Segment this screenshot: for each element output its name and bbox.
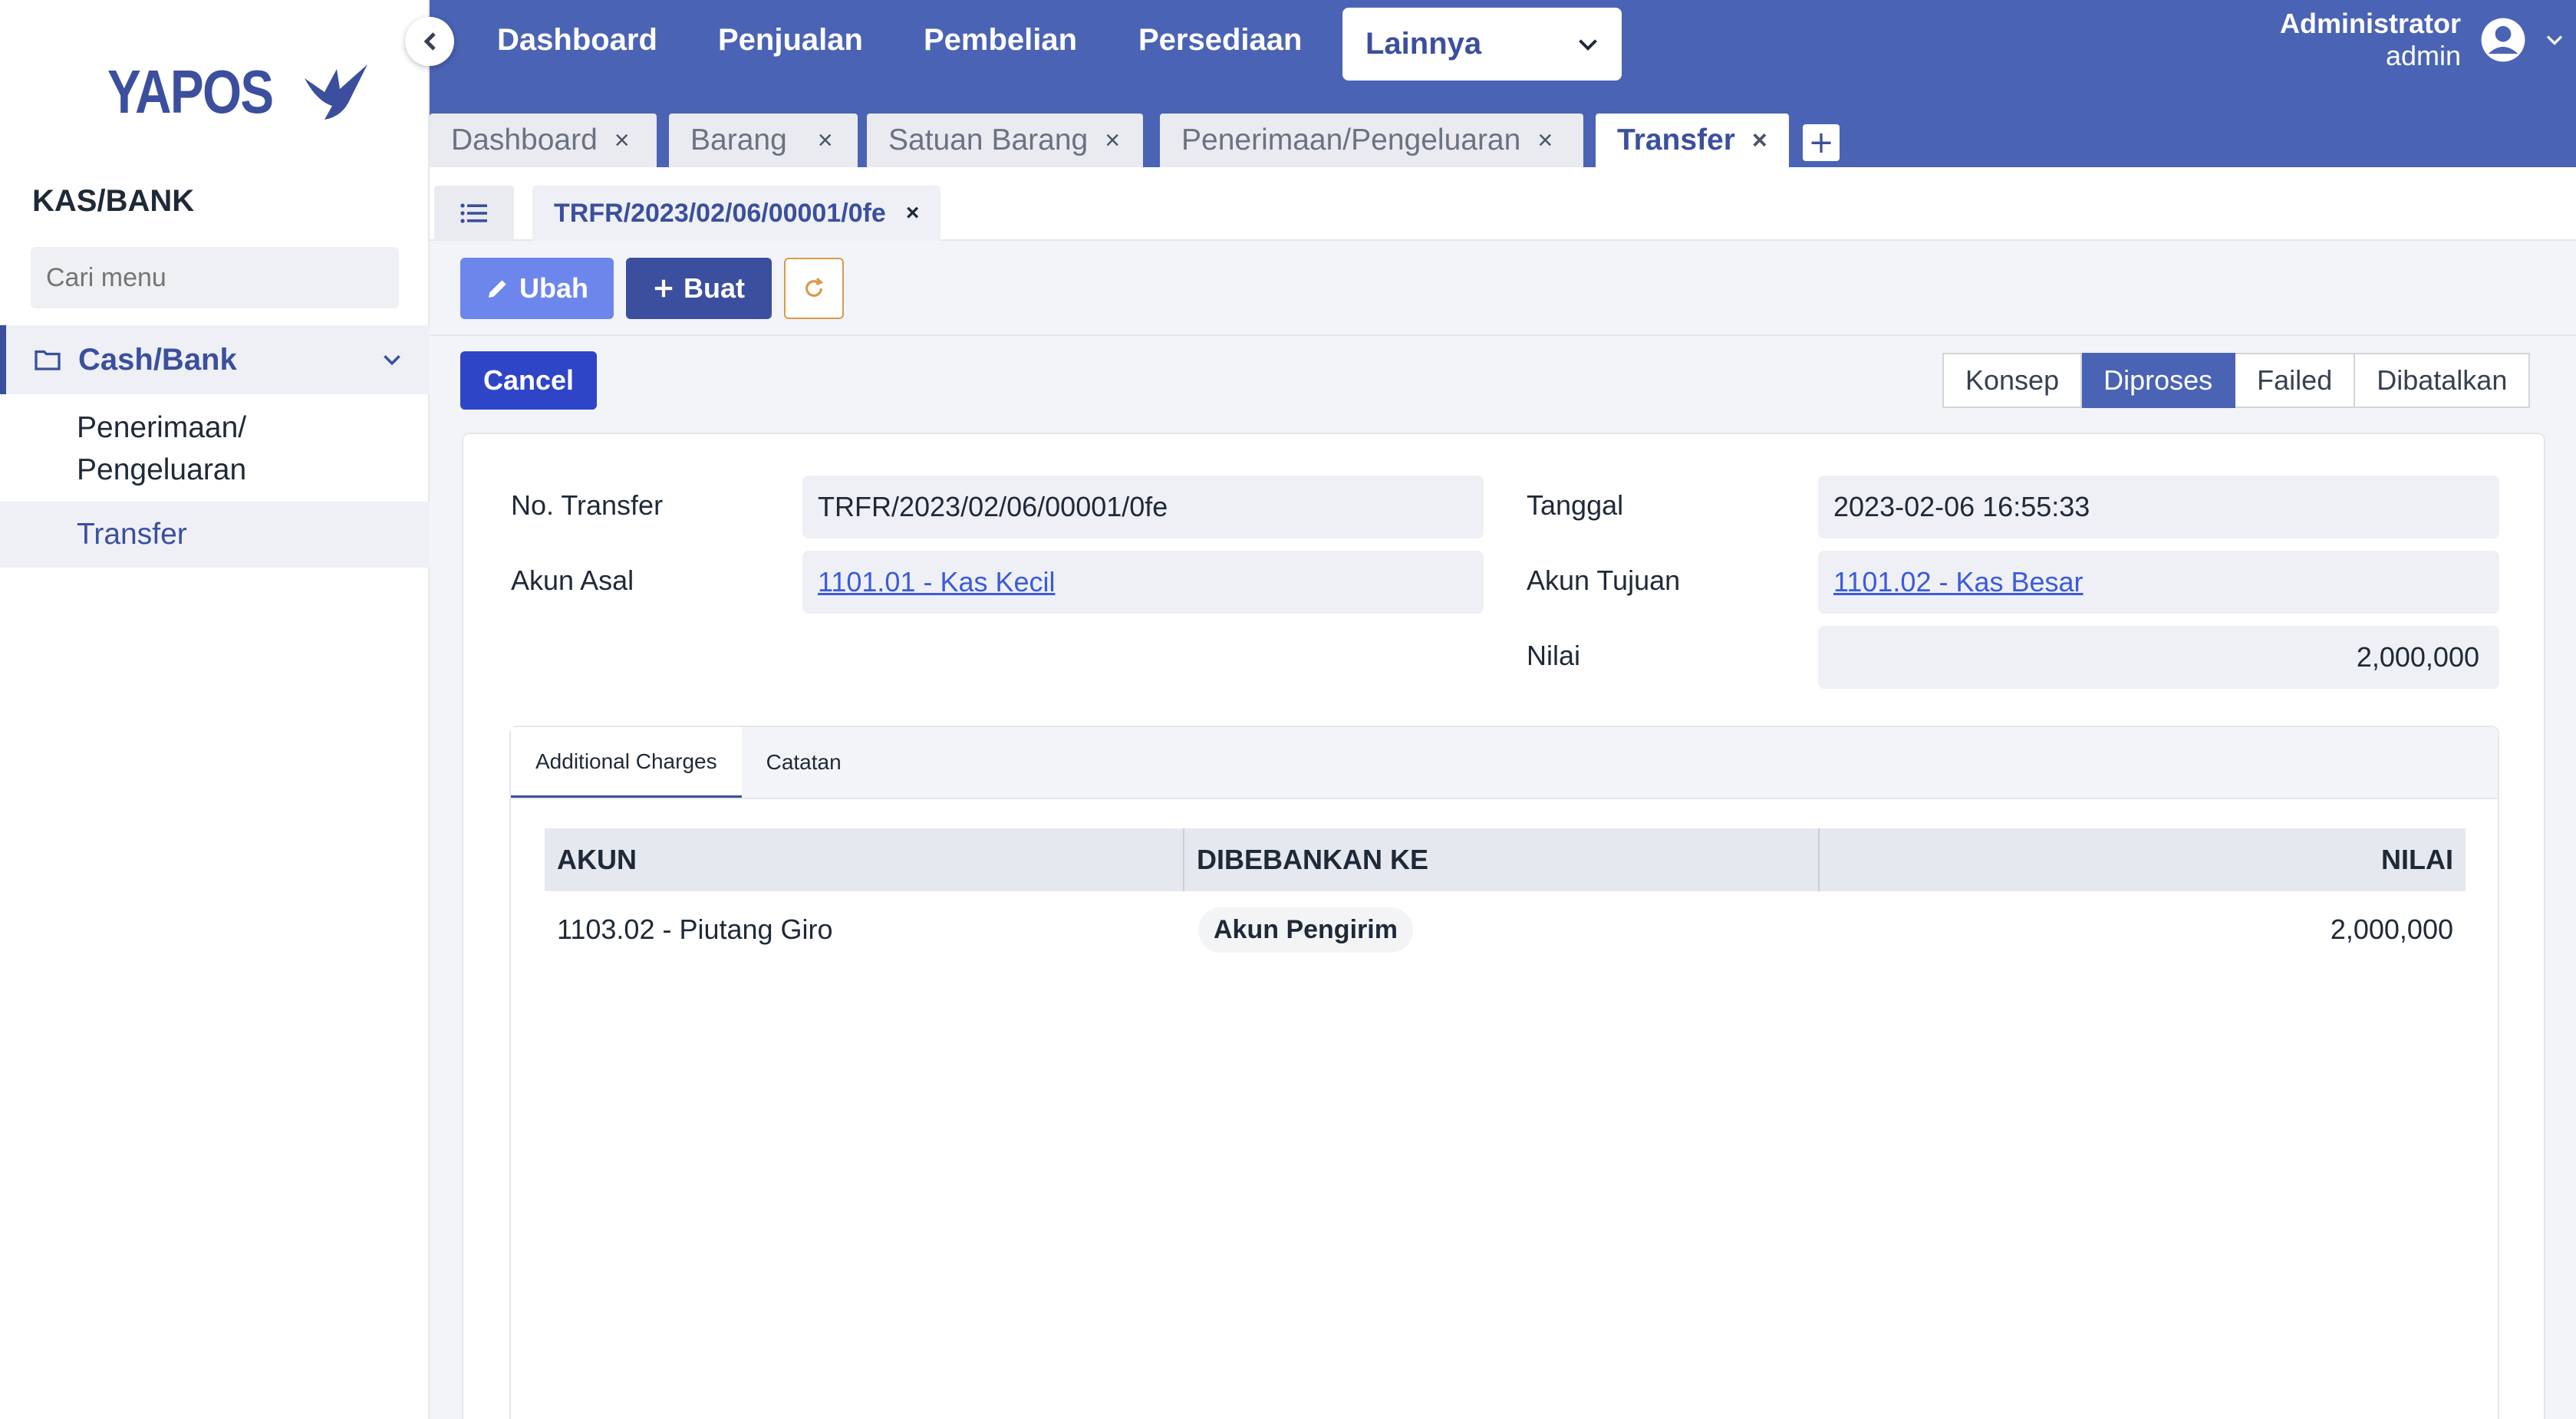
tab-dashboard[interactable]: Dashboard × xyxy=(430,114,657,167)
record-tab[interactable]: TRFR/2023/02/06/00001/0fe × xyxy=(532,186,941,241)
column-header-dibebankan: DIBEBANKAN KE xyxy=(1184,828,1820,891)
section-title: KAS/BANK xyxy=(32,184,195,218)
close-icon[interactable]: × xyxy=(906,200,920,226)
nav-pembelian[interactable]: Pembelian xyxy=(924,23,1077,58)
akun-tujuan-field[interactable]: 1101.02 - Kas Besar xyxy=(1818,551,2499,614)
cell-akun: 1103.02 - Piutang Giro xyxy=(557,914,833,945)
sidebar-item-label-line2: Pengeluaran xyxy=(77,453,247,486)
close-icon[interactable]: × xyxy=(1537,126,1553,156)
transfer-form-card: No. Transfer TRFR/2023/02/06/00001/0fe T… xyxy=(462,433,2545,1419)
close-icon[interactable]: × xyxy=(614,126,630,156)
tab-barang[interactable]: Barang × xyxy=(669,114,858,167)
charges-table: AKUN DIBEBANKAN KE NILAI 1103.02 - Piuta… xyxy=(545,828,2466,968)
sidebar-item-penerimaan-pengeluaran[interactable]: Penerimaan/ Pengeluaran xyxy=(0,405,430,491)
sidebar-item-transfer[interactable]: Transfer xyxy=(0,502,430,568)
nav-persediaan[interactable]: Persediaan xyxy=(1138,23,1302,58)
status-stepper: Konsep Diproses Failed Dibatalkan xyxy=(1942,353,2531,408)
logo-text: YAPOS xyxy=(107,58,274,126)
close-icon[interactable]: × xyxy=(818,126,833,156)
plus-icon xyxy=(654,279,673,298)
refresh-button[interactable] xyxy=(784,258,844,319)
tab-transfer[interactable]: Transfer × xyxy=(1596,114,1789,167)
tab-label: Dashboard xyxy=(451,123,598,156)
no-transfer-field[interactable]: TRFR/2023/02/06/00001/0fe xyxy=(802,476,1484,538)
cell-nilai: 2,000,000 xyxy=(2330,914,2453,945)
sidebar-group-cash-bank[interactable]: Cash/Bank xyxy=(0,325,430,394)
nilai-label: Nilai xyxy=(1527,640,1581,671)
akun-asal-label: Akun Asal xyxy=(511,565,634,596)
sidebar-group-label: Cash/Bank xyxy=(78,342,237,377)
refresh-icon xyxy=(805,278,824,297)
column-header-akun: AKUN xyxy=(545,828,1184,891)
list-icon xyxy=(460,203,487,223)
tab-label: Barang xyxy=(690,123,787,156)
close-icon[interactable]: × xyxy=(1752,126,1767,156)
nilai-field[interactable]: 2,000,000 xyxy=(1818,626,2499,689)
nav-lainnya-dropdown[interactable]: Lainnya xyxy=(1342,8,1622,81)
tanggal-label: Tanggal xyxy=(1527,489,1624,521)
tab-satuan-barang[interactable]: Satuan Barang × xyxy=(867,114,1143,167)
record-tab-label: TRFR/2023/02/06/00001/0fe xyxy=(554,198,886,228)
top-navbar: Dashboard Penjualan Pembelian Persediaan… xyxy=(430,0,2576,94)
sidebar-collapse-button[interactable] xyxy=(405,17,454,66)
table-row[interactable]: 1103.02 - Piutang Giro Akun Pengirim 2,0… xyxy=(545,891,2466,968)
akun-tujuan-link[interactable]: 1101.02 - Kas Besar xyxy=(1833,566,2084,598)
status-failed[interactable]: Failed xyxy=(2235,353,2356,408)
nav-dashboard[interactable]: Dashboard xyxy=(497,23,657,58)
list-view-button[interactable] xyxy=(434,186,514,241)
tab-label: Satuan Barang xyxy=(888,123,1089,156)
logo[interactable]: YAPOS xyxy=(107,57,371,127)
status-dibatalkan[interactable]: Dibatalkan xyxy=(2355,353,2531,408)
chevron-left-icon xyxy=(423,32,436,51)
tab-penerimaan-pengeluaran[interactable]: Penerimaan/Pengeluaran × xyxy=(1160,114,1583,167)
tab-bar: Dashboard × Barang × Satuan Barang × Peneri… xyxy=(430,94,2576,167)
akun-tujuan-label: Akun Tujuan xyxy=(1527,565,1681,596)
nav-lainnya-label: Lainnya xyxy=(1365,27,1482,61)
status-konsep[interactable]: Konsep xyxy=(1942,353,2083,408)
sidebar-item-label-line1: Penerimaan/ xyxy=(77,411,247,444)
column-header-nilai: NILAI xyxy=(2381,844,2453,875)
user-name: Administrator xyxy=(2279,8,2461,39)
edit-button-label: Ubah xyxy=(519,272,588,304)
status-diproses[interactable]: Diproses xyxy=(2082,353,2236,408)
menu-search-input[interactable] xyxy=(46,262,386,293)
pencil-icon xyxy=(489,280,506,298)
folder-icon xyxy=(35,350,61,370)
no-transfer-label: No. Transfer xyxy=(511,489,664,521)
menu-search[interactable] xyxy=(31,247,399,308)
user-menu[interactable]: Administrator admin xyxy=(2280,8,2564,72)
chevron-down-icon xyxy=(1579,38,1597,51)
sidebar: YAPOS KAS/BANK Cash/Bank Penerimaan/ Pen… xyxy=(0,0,430,1419)
record-tab-row: TRFR/2023/02/06/00001/0fe × xyxy=(430,167,2576,241)
sidebar-item-label: Transfer xyxy=(77,518,187,551)
user-role: admin xyxy=(2385,40,2461,71)
tab-label: Penerimaan/Pengeluaran xyxy=(1181,123,1521,156)
tab-label: Transfer xyxy=(1617,123,1735,156)
add-tab-button[interactable]: + xyxy=(1803,124,1840,161)
bird-logo-icon xyxy=(304,64,367,120)
table-header: AKUN DIBEBANKAN KE NILAI xyxy=(545,828,2466,891)
tab-additional-charges[interactable]: Additional Charges xyxy=(511,727,742,798)
cancel-button[interactable]: Cancel xyxy=(460,351,597,410)
edit-button[interactable]: Ubah xyxy=(460,258,614,319)
action-toolbar: Ubah Buat xyxy=(430,241,2576,336)
close-icon[interactable]: × xyxy=(1105,126,1120,156)
create-button[interactable]: Buat xyxy=(626,258,772,319)
akun-asal-link[interactable]: 1101.01 - Kas Kecil xyxy=(818,566,1056,598)
nav-penjualan[interactable]: Penjualan xyxy=(718,23,863,58)
create-button-label: Buat xyxy=(684,272,745,304)
tanggal-field[interactable]: 2023-02-06 16:55:33 xyxy=(1818,476,2499,538)
tab-catatan[interactable]: Catatan xyxy=(742,727,866,798)
cell-dibebankan: Akun Pengirim xyxy=(1184,907,1820,953)
chevron-down-icon[interactable] xyxy=(2545,34,2564,46)
chevron-down-icon[interactable] xyxy=(382,354,402,366)
inner-tab-bar: Additional Charges Catatan xyxy=(511,727,2498,799)
user-avatar-icon[interactable] xyxy=(2479,16,2527,64)
detail-tabs-panel: Additional Charges Catatan AKUN DIBEBANK… xyxy=(509,726,2499,1419)
akun-asal-field[interactable]: 1101.01 - Kas Kecil xyxy=(802,551,1484,614)
dibebankan-badge: Akun Pengirim xyxy=(1198,907,1413,953)
